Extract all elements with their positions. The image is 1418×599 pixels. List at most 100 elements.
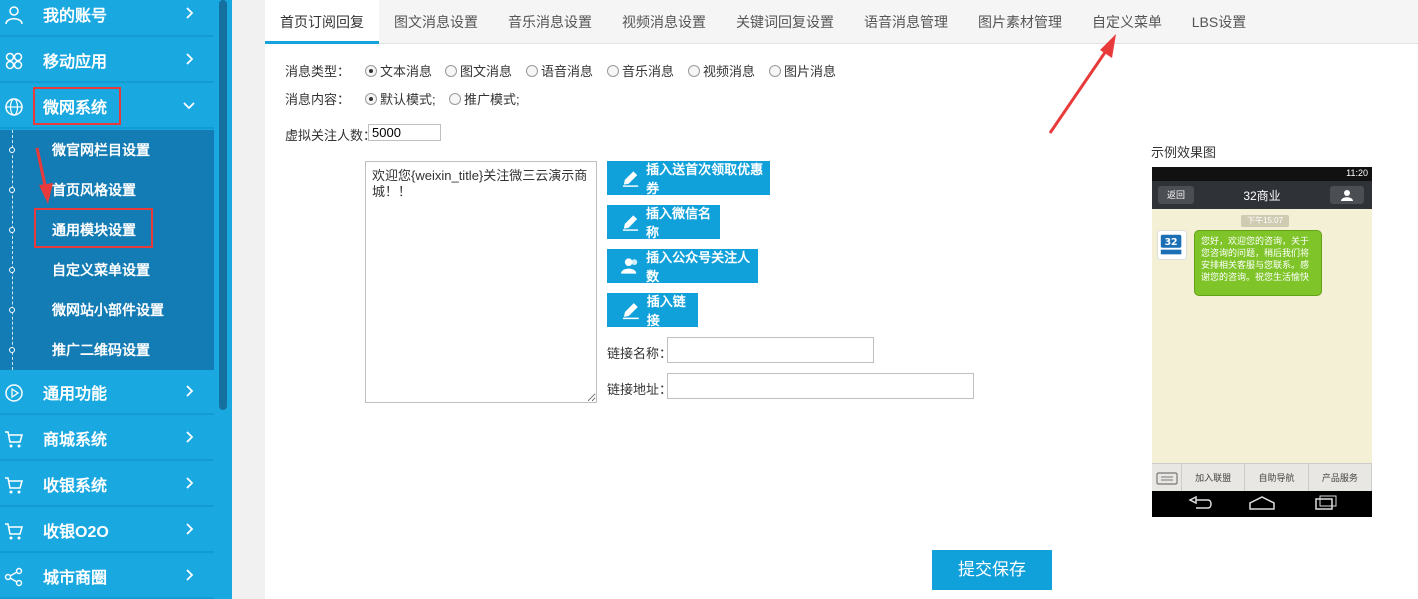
tab-image-assets[interactable]: 图片素材管理 [963, 0, 1077, 44]
radio-icon [769, 64, 781, 77]
radio-music-message[interactable]: 音乐消息 [607, 61, 674, 80]
bullet-icon [9, 267, 15, 273]
sidebar-item-common-functions[interactable]: 通用功能 [0, 371, 214, 415]
link-name-input[interactable] [667, 337, 874, 363]
highlight-box-common-modules [34, 208, 153, 248]
chevron-right-icon [186, 477, 194, 489]
link-name-label: 链接名称： [607, 346, 673, 361]
pencil-icon [622, 215, 639, 231]
sidebar-item-label: 我的账号 [43, 8, 108, 25]
sidebar-item-city-circle[interactable]: 城市商圈 [0, 555, 214, 599]
message-textarea[interactable]: 欢迎您{weixin_title}关注微三云演示商城！！ [365, 161, 597, 403]
phone-user-icon [1330, 186, 1364, 204]
radio-promo-mode[interactable]: 推广模式; [449, 89, 520, 108]
radio-voice-message[interactable]: 语音消息 [526, 61, 593, 80]
radio-checked-icon [365, 64, 377, 77]
main-content: 首页订阅回复 图文消息设置 音乐消息设置 视频消息设置 关键词回复设置 语音消息… [265, 0, 1418, 599]
tab-bar: 首页订阅回复 图文消息设置 音乐消息设置 视频消息设置 关键词回复设置 语音消息… [265, 0, 1418, 44]
chevron-right-icon [186, 431, 194, 443]
radio-checked-icon [365, 92, 377, 105]
submit-save-button[interactable]: 提交保存 [932, 550, 1052, 590]
users-icon [621, 258, 638, 274]
insert-follower-count-button[interactable]: 插入公众号关注人数 [607, 249, 758, 284]
submenu-item-label: 自定义菜单设置 [52, 262, 150, 278]
submenu-item-widgets[interactable]: 微网站小部件设置 [0, 290, 214, 330]
tab-news-settings[interactable]: 图文消息设置 [379, 0, 493, 44]
sidebar-item-my-account[interactable]: 我的账号 [0, 0, 214, 37]
tab-custom-menu[interactable]: 自定义菜单 [1077, 0, 1177, 44]
radio-label: 语音消息 [541, 64, 594, 79]
tab-keyword-reply[interactable]: 关键词回复设置 [721, 0, 849, 44]
android-home-icon [1249, 496, 1275, 510]
tab-voice-management[interactable]: 语音消息管理 [849, 0, 963, 44]
radio-label: 文本消息 [380, 64, 433, 79]
pencil-icon [622, 303, 639, 320]
android-back-icon [1188, 495, 1212, 509]
phone-title-bar: 返回 32商业 [1152, 181, 1372, 209]
phone-chat-bubble: 您好，欢迎您的咨询，关于您咨询的问题，稍后我们将安排相关客服与您联系。感谢您的咨… [1194, 230, 1322, 296]
sidebar-item-label: 收银O2O [43, 524, 109, 541]
radio-icon [526, 64, 538, 77]
radio-label: 推广模式; [464, 92, 520, 107]
virtual-followers-input[interactable] [368, 124, 441, 141]
insert-wechat-name-button[interactable]: 插入微信名称 [607, 205, 720, 240]
bullet-icon [9, 187, 15, 193]
chevron-down-icon [183, 102, 195, 110]
sidebar-item-label: 收银系统 [43, 478, 108, 495]
radio-video-message[interactable]: 视频消息 [688, 61, 755, 80]
play-icon [5, 384, 23, 402]
bullet-icon [9, 347, 15, 353]
radio-label: 图片消息 [784, 64, 837, 79]
keyboard-icon [1152, 464, 1182, 491]
submenu-item-qr-code[interactable]: 推广二维码设置 [0, 330, 214, 370]
tab-music-settings[interactable]: 音乐消息设置 [493, 0, 607, 44]
tab-video-settings[interactable]: 视频消息设置 [607, 0, 721, 44]
sidebar-item-label: 城市商圈 [43, 570, 108, 587]
msg-type-label: 消息类型： [285, 64, 351, 79]
radio-news-message[interactable]: 图文消息 [445, 61, 512, 80]
radio-text-message[interactable]: 文本消息 [365, 61, 432, 80]
insert-link-button[interactable]: 插入链接 [607, 293, 698, 328]
chevron-right-icon [186, 7, 194, 19]
radio-label: 图文消息 [460, 64, 513, 79]
radio-icon [607, 64, 619, 77]
button-label: 插入微信名称 [645, 206, 711, 240]
share-icon [4, 567, 23, 587]
sidebar-item-label: 商城系统 [43, 432, 108, 449]
sidebar-item-cashier-system[interactable]: 收银系统 [0, 463, 214, 507]
cart-icon [5, 523, 23, 540]
submenu-item-home-style[interactable]: 首页风格设置 [0, 170, 214, 210]
sidebar-item-label: 通用功能 [43, 386, 108, 403]
bullet-icon [9, 227, 15, 233]
chevron-right-icon [186, 569, 194, 581]
radio-default-mode[interactable]: 默认模式; [365, 89, 436, 108]
phone-time-pill: 下午15:07 [1241, 215, 1290, 227]
button-label: 插入链接 [646, 294, 686, 328]
chevron-right-icon [186, 385, 194, 397]
radio-label: 视频消息 [703, 64, 756, 79]
phone-preview: 11:20 返回 32商业 下午15:07 32 您好，欢迎您的咨询，关于您咨询… [1152, 167, 1372, 517]
submenu-item-site-columns[interactable]: 微官网栏目设置 [0, 130, 214, 170]
phone-bot-avatar: 32 [1157, 230, 1187, 260]
avatar-text: 32 [1165, 237, 1178, 248]
link-url-input[interactable] [667, 373, 974, 399]
phone-status-bar: 11:20 [1152, 167, 1372, 181]
status-time: 11:20 [1346, 168, 1368, 178]
submenu-item-label: 推广二维码设置 [52, 342, 150, 358]
submenu-item-label: 首页风格设置 [52, 182, 136, 198]
apps-icon [5, 52, 23, 70]
android-nav-bar [1152, 491, 1372, 517]
phone-menu-item: 产品服务 [1309, 464, 1372, 491]
insert-coupon-button[interactable]: 插入送首次领取优惠券 [607, 161, 770, 196]
tab-lbs-settings[interactable]: LBS设置 [1177, 0, 1261, 44]
sidebar-scrollbar-thumb[interactable] [219, 0, 227, 410]
preview-label: 示例效果图 [1151, 145, 1217, 160]
sidebar-item-mall-system[interactable]: 商城系统 [0, 417, 214, 461]
sidebar-item-cashier-o2o[interactable]: 收银O2O [0, 509, 214, 553]
link-url-label: 链接地址： [607, 382, 673, 397]
submenu-item-custom-menu[interactable]: 自定义菜单设置 [0, 250, 214, 290]
radio-label: 默认模式; [380, 92, 436, 107]
sidebar-item-mobile-apps[interactable]: 移动应用 [0, 39, 214, 83]
tab-home-subscribe-reply[interactable]: 首页订阅回复 [265, 0, 379, 44]
radio-image-message[interactable]: 图片消息 [769, 61, 836, 80]
